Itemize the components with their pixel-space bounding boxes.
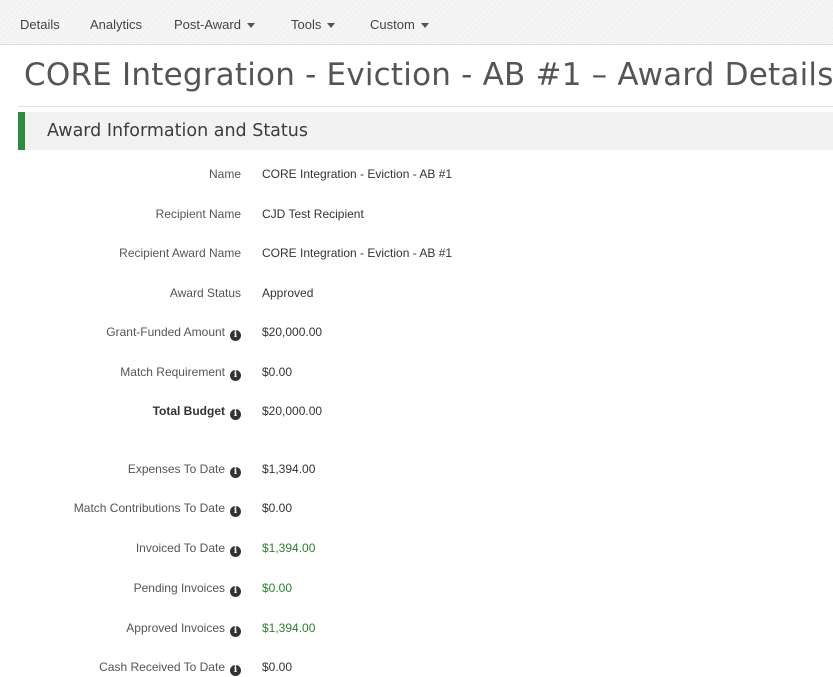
field-value: CJD Test Recipient <box>262 207 364 221</box>
field-value: $1,394.00 <box>262 462 316 476</box>
field-label: Pending Invoices i <box>134 578 241 598</box>
info-circle-icon[interactable]: i <box>230 626 241 637</box>
section-header: Award Information and Status <box>18 112 833 150</box>
field-row-match-requirement: Match Requirement i $0.00 <box>0 362 833 382</box>
info-circle-icon[interactable]: i <box>230 506 241 517</box>
info-circle-icon[interactable]: i <box>230 370 241 381</box>
field-label: Grant-Funded Amount i <box>106 322 241 342</box>
nav-details-label: Details <box>20 17 60 32</box>
field-row-pending-invoices: Pending Invoices i $0.00 <box>0 578 833 598</box>
nav-analytics-label: Analytics <box>90 17 143 32</box>
field-row-approved-invoices: Approved Invoices i $1,394.00 <box>0 618 833 638</box>
field-label: Name <box>208 167 241 181</box>
page-title: CORE Integration - Eviction - AB #1 – Aw… <box>24 57 833 93</box>
nav-post-award-label: Post-Award <box>174 17 241 32</box>
nav-details[interactable]: Details <box>20 0 60 44</box>
field-label: Match Contributions To Date i <box>74 498 241 518</box>
field-row-invoiced-to-date: Invoiced To Date i $1,394.00 <box>0 538 833 558</box>
caret-down-icon <box>246 23 255 28</box>
info-circle-icon[interactable]: i <box>230 665 241 676</box>
field-value: $0.00 <box>262 660 293 674</box>
field-value: $20,000.00 <box>262 404 323 418</box>
nav-custom-label: Custom <box>370 17 415 32</box>
field-label: Recipient Award Name <box>119 246 241 260</box>
field-row-match-contributions-to-date: Match Contributions To Date i $0.00 <box>0 498 833 518</box>
field-value: $1,394.00 <box>262 541 316 555</box>
field-value: Approved <box>262 286 314 300</box>
field-row-recipient-award-name: Recipient Award Name CORE Integration - … <box>0 243 833 263</box>
section-accent-bar <box>18 112 25 150</box>
info-circle-icon[interactable]: i <box>230 467 241 478</box>
info-circle-icon[interactable]: i <box>230 546 241 557</box>
field-value: CORE Integration - Eviction - AB #1 <box>262 246 453 260</box>
section-title: Award Information and Status <box>47 121 308 141</box>
nav-tools-label: Tools <box>291 17 322 32</box>
field-label: Total Budget i <box>153 401 241 421</box>
nav-post-award[interactable]: Post-Award <box>174 0 255 44</box>
field-row-total-budget: Total Budget i $20,000.00 <box>0 401 833 421</box>
field-row-award-status: Award Status Approved <box>0 283 833 303</box>
nav-custom[interactable]: Custom <box>370 0 429 44</box>
field-value: $1,394.00 <box>262 621 316 635</box>
field-value: $0.00 <box>262 365 293 379</box>
info-circle-icon[interactable]: i <box>230 409 241 420</box>
field-row-recipient-name: Recipient Name CJD Test Recipient <box>0 204 833 224</box>
caret-down-icon <box>420 23 429 28</box>
info-circle-icon[interactable]: i <box>230 330 241 341</box>
field-label: Invoiced To Date i <box>136 538 241 558</box>
nav-analytics[interactable]: Analytics <box>90 0 142 44</box>
field-label: Cash Received To Date i <box>99 657 241 677</box>
field-value: $0.00 <box>262 581 293 595</box>
caret-down-icon <box>327 23 336 28</box>
field-label: Expenses To Date i <box>128 459 241 479</box>
field-label: Award Status <box>169 286 241 300</box>
field-row-name: Name CORE Integration - Eviction - AB #1 <box>0 164 833 184</box>
field-value: $20,000.00 <box>262 325 323 339</box>
field-value: $0.00 <box>262 501 293 515</box>
field-label: Match Requirement i <box>120 362 241 382</box>
field-label: Approved Invoices i <box>126 618 241 638</box>
field-label: Recipient Name <box>155 207 241 221</box>
nav-tools[interactable]: Tools <box>291 0 336 44</box>
field-row-grant-funded-amount: Grant-Funded Amount i $20,000.00 <box>0 322 833 342</box>
field-row-expenses-to-date: Expenses To Date i $1,394.00 <box>0 459 833 479</box>
field-row-cash-received-to-date: Cash Received To Date i $0.00 <box>0 657 833 677</box>
field-value: CORE Integration - Eviction - AB #1 <box>262 167 453 181</box>
top-nav: Details Analytics Post-Award Tools Custo… <box>0 0 833 45</box>
title-divider <box>18 106 833 107</box>
info-circle-icon[interactable]: i <box>230 586 241 597</box>
